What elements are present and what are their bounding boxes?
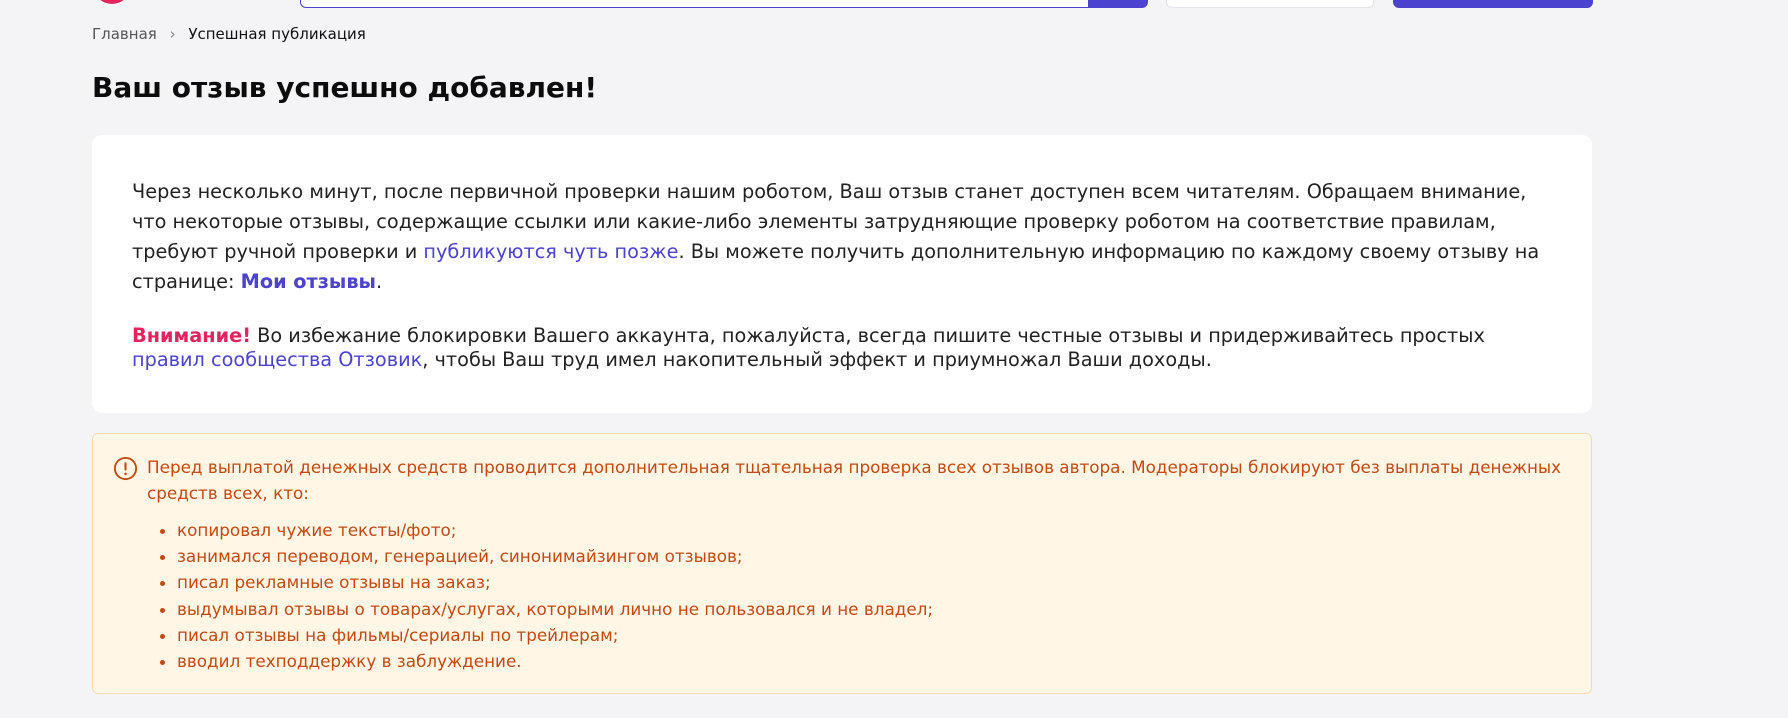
search-button[interactable] xyxy=(1088,0,1148,8)
info-card: Через несколько минут, после первичной п… xyxy=(92,135,1592,413)
warning-text: Перед выплатой денежных средств проводит… xyxy=(147,457,1562,503)
attention-text: , чтобы Ваш труд имел накопительный эффе… xyxy=(422,348,1212,371)
breadcrumb: Главная › Успешная публикация xyxy=(92,24,366,44)
header-action-button[interactable] xyxy=(1393,0,1593,8)
attention-label: Внимание! xyxy=(132,324,252,347)
search-input[interactable] xyxy=(300,0,1090,8)
attention-paragraph: Внимание! Во избежание блокировки Вашего… xyxy=(132,324,1552,372)
breadcrumb-home-link[interactable]: Главная xyxy=(92,25,157,43)
page: Главная › Успешная публикация Ваш отзыв … xyxy=(0,0,1788,718)
page-title: Ваш отзыв успешно добавлен! xyxy=(92,71,598,104)
list-item: писал отзывы на фильмы/сериалы по трейле… xyxy=(177,622,933,648)
list-item: вводил техподдержку в заблуждение. xyxy=(177,648,933,674)
header-select[interactable] xyxy=(1166,0,1374,8)
my-reviews-link[interactable]: Мои отзывы xyxy=(241,270,376,293)
info-paragraph: Через несколько минут, после первичной п… xyxy=(132,177,1552,297)
warning-list: копировал чужие тексты/фото; занимался п… xyxy=(147,517,933,674)
list-item: занимался переводом, генерацией, синоним… xyxy=(177,543,933,569)
warning-box: Перед выплатой денежных средств проводит… xyxy=(92,433,1592,694)
list-item: копировал чужие тексты/фото; xyxy=(177,517,933,543)
info-text: . xyxy=(376,270,383,293)
breadcrumb-separator-icon: › xyxy=(169,25,176,43)
attention-text: Во избежание блокировки Вашего аккаунта,… xyxy=(251,324,1485,347)
list-item: писал рекламные отзывы на заказ; xyxy=(177,569,933,595)
community-rules-link[interactable]: правил сообщества Отзовик xyxy=(132,348,422,371)
publish-later-link[interactable]: публикуются чуть позже xyxy=(423,240,678,263)
list-item: выдумывал отзывы о товарах/услугах, кото… xyxy=(177,596,933,622)
exclamation-circle-icon xyxy=(113,456,138,481)
brand-logo-icon[interactable] xyxy=(93,0,131,4)
breadcrumb-current: Успешная публикация xyxy=(188,25,366,43)
